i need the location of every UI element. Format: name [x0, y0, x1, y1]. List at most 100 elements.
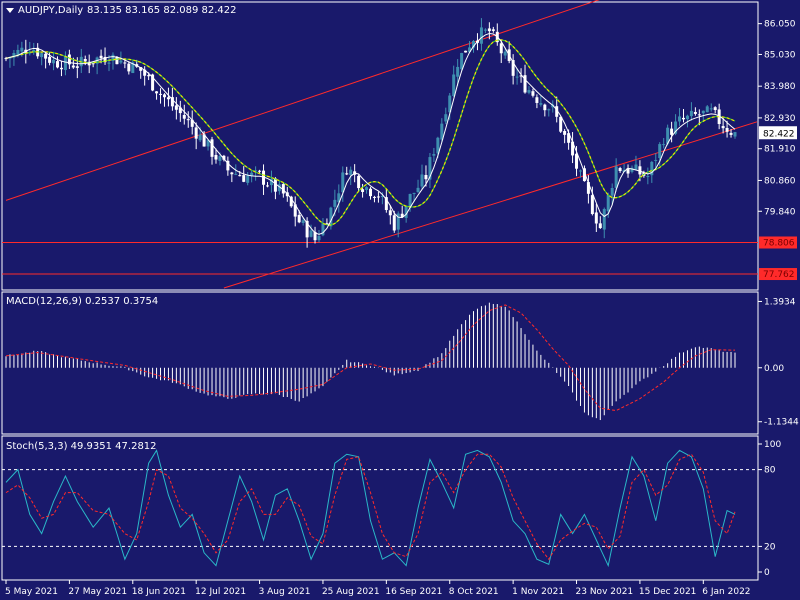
candle-body — [349, 169, 353, 175]
candle-body — [685, 115, 689, 120]
stoch-tick-label: 20 — [764, 542, 776, 552]
candle-body — [44, 53, 48, 59]
candle-body — [559, 116, 563, 132]
candle-body — [155, 91, 159, 94]
candle-body — [52, 59, 56, 64]
stoch-tick-label: 0 — [764, 568, 770, 578]
candle-body — [59, 67, 63, 70]
candle-body — [452, 74, 456, 97]
candle-body — [40, 53, 44, 58]
candle-body — [420, 174, 424, 187]
candle-body — [107, 62, 111, 64]
candle-body — [658, 144, 662, 159]
candle-body — [681, 117, 685, 120]
candle-body — [602, 208, 606, 230]
date-tick-label: 8 Oct 2021 — [449, 587, 499, 597]
candle-body — [365, 187, 369, 190]
candle-body — [575, 153, 579, 169]
candle-body — [388, 210, 392, 216]
candle-body — [297, 214, 301, 223]
level-price-label: 77.762 — [763, 270, 795, 280]
candle-body — [464, 50, 468, 53]
candle-body — [590, 195, 594, 215]
candle-body — [634, 164, 638, 170]
candle-body — [265, 185, 269, 187]
candle-body — [376, 196, 380, 198]
candle-body — [678, 116, 682, 122]
macd-tick-label: -1.1344 — [764, 418, 799, 428]
candle-body — [198, 134, 202, 141]
candle-body — [48, 56, 52, 63]
candle-body — [594, 212, 598, 224]
candle-body — [408, 193, 412, 207]
date-tick-label: 27 May 2021 — [68, 587, 127, 597]
chart-window: 86.050 85.030 83.980 82.930 81.910 80.860 79.8… — [0, 0, 800, 600]
candle-body — [646, 176, 650, 178]
candle-body — [218, 156, 222, 161]
candle-body — [214, 154, 218, 160]
candle-body — [610, 187, 614, 196]
candle-body — [515, 76, 519, 78]
date-tick-label: 1 Nov 2021 — [512, 587, 564, 597]
ohlc-values: 83.135 83.165 82.089 82.422 — [87, 5, 237, 16]
candle-body — [563, 130, 567, 135]
candle-body — [147, 75, 151, 77]
candle-body — [618, 168, 622, 172]
candle-body — [693, 111, 697, 114]
candle-body — [733, 132, 737, 137]
candle-body — [432, 154, 436, 156]
candle-body — [71, 65, 75, 68]
candle-body — [238, 175, 242, 177]
symbol-title: AUDJPY,Daily — [18, 5, 83, 16]
candle-body — [535, 97, 539, 103]
candle-body — [210, 139, 214, 157]
candle-body — [119, 60, 123, 63]
candle-body — [56, 61, 60, 68]
current-price-label: 82.422 — [763, 129, 795, 139]
candle-body — [333, 199, 337, 207]
candle-body — [246, 175, 250, 183]
candle-body — [91, 63, 95, 65]
chart-canvas: 86.050 85.030 83.980 82.930 81.910 80.860 79.8… — [0, 0, 800, 600]
candle-body — [174, 105, 178, 110]
candle-body — [123, 62, 127, 64]
candle-body — [186, 119, 190, 121]
candle-body — [361, 189, 365, 192]
date-tick-label: 15 Dec 2021 — [639, 587, 697, 597]
candle-body — [578, 170, 582, 172]
candle-body — [713, 107, 717, 110]
candle-body — [499, 43, 503, 54]
stoch-tick-label: 80 — [764, 466, 776, 476]
candle-body — [75, 66, 79, 68]
candle-body — [598, 223, 602, 229]
price-tick-label: 85.030 — [764, 50, 796, 60]
candle-body — [341, 172, 345, 193]
candle-body — [159, 93, 163, 95]
candle-body — [503, 51, 507, 56]
candle-body — [531, 91, 535, 96]
price-tick-label: 80.860 — [764, 176, 796, 186]
candle-body — [487, 28, 491, 32]
date-tick-label: 25 Aug 2021 — [322, 587, 380, 597]
candle-body — [16, 49, 20, 55]
candle-body — [301, 220, 305, 223]
candle-body — [539, 103, 543, 105]
candle-body — [662, 144, 666, 146]
candle-body — [115, 56, 119, 65]
candle-body — [317, 235, 321, 241]
candle-body — [483, 29, 487, 31]
candle-body — [230, 172, 234, 175]
candle-body — [721, 126, 725, 129]
candle-body — [20, 47, 24, 52]
date-tick-label: 3 Aug 2021 — [259, 587, 311, 597]
candle-body — [729, 132, 733, 135]
candle-body — [412, 192, 416, 194]
candle-body — [697, 114, 701, 116]
candle-body — [357, 175, 361, 189]
candle-body — [83, 59, 87, 62]
candle-body — [689, 110, 693, 117]
price-tick-label: 86.050 — [764, 20, 796, 30]
candle-body — [705, 106, 709, 113]
macd-tick-label: 0.00 — [764, 364, 784, 374]
date-tick-label: 16 Sep 2021 — [385, 587, 442, 597]
